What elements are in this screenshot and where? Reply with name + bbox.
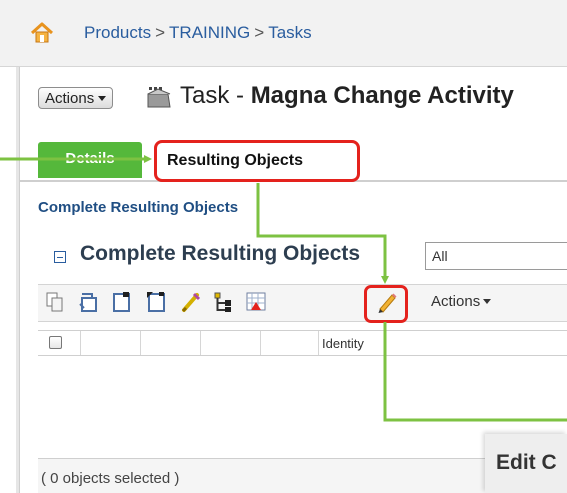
selected-count: ( 0 objects selected ) [41,470,180,487]
paste-icon[interactable] [78,290,100,314]
tab-details-label: Details [65,150,115,167]
breadcrumb: Products > TRAINING > Tasks [84,23,312,43]
structure-icon[interactable] [212,290,234,314]
section-subtitle: Complete Resulting Objects [38,199,239,216]
toolbar-actions-label: Actions [431,293,481,310]
task-icon [147,87,171,108]
breadcrumb-products[interactable]: Products [84,23,151,42]
page-title: Task - Magna Change Activity [180,82,514,110]
tab-details[interactable]: Details [38,142,142,178]
tab-resulting-objects-label: Resulting Objects [167,152,304,169]
breadcrumb-separator: > [254,23,265,42]
insert-object-icon[interactable] [145,290,167,314]
magic-edit-icon[interactable] [180,290,202,314]
select-all-checkbox[interactable] [49,336,62,349]
toolbar-actions-menu[interactable]: Actions [431,293,492,310]
breadcrumb-separator: > [155,23,166,42]
column-divider [260,331,261,355]
section-title: Complete Resulting Objects [80,242,361,265]
chevron-down-icon [483,299,492,304]
home-icon[interactable] [30,22,54,44]
filter-select[interactable]: All [425,242,567,270]
actions-label: Actions [45,90,95,107]
chevron-down-icon [98,96,107,101]
breadcrumb-training[interactable]: TRAINING [169,23,250,42]
column-divider [318,331,319,355]
title-name: Magna Change Activity [250,82,514,109]
copy-icon[interactable] [44,290,66,314]
column-divider [80,331,81,355]
report-icon[interactable] [245,290,267,314]
new-object-icon[interactable] [111,290,133,314]
actions-menu-button[interactable]: Actions [38,87,114,109]
collapse-icon[interactable] [54,251,66,263]
column-header-identity[interactable]: Identity [322,336,364,351]
tab-resulting-objects[interactable]: Resulting Objects [154,140,360,182]
breadcrumb-tasks[interactable]: Tasks [268,23,311,42]
edit-dialog-title: Edit C [496,451,557,474]
table-header [38,330,567,356]
column-divider [140,331,141,355]
title-prefix: Task - [180,82,251,109]
left-panel-edge [16,67,20,493]
column-divider [200,331,201,355]
highlight-edit-pencil [364,285,408,323]
